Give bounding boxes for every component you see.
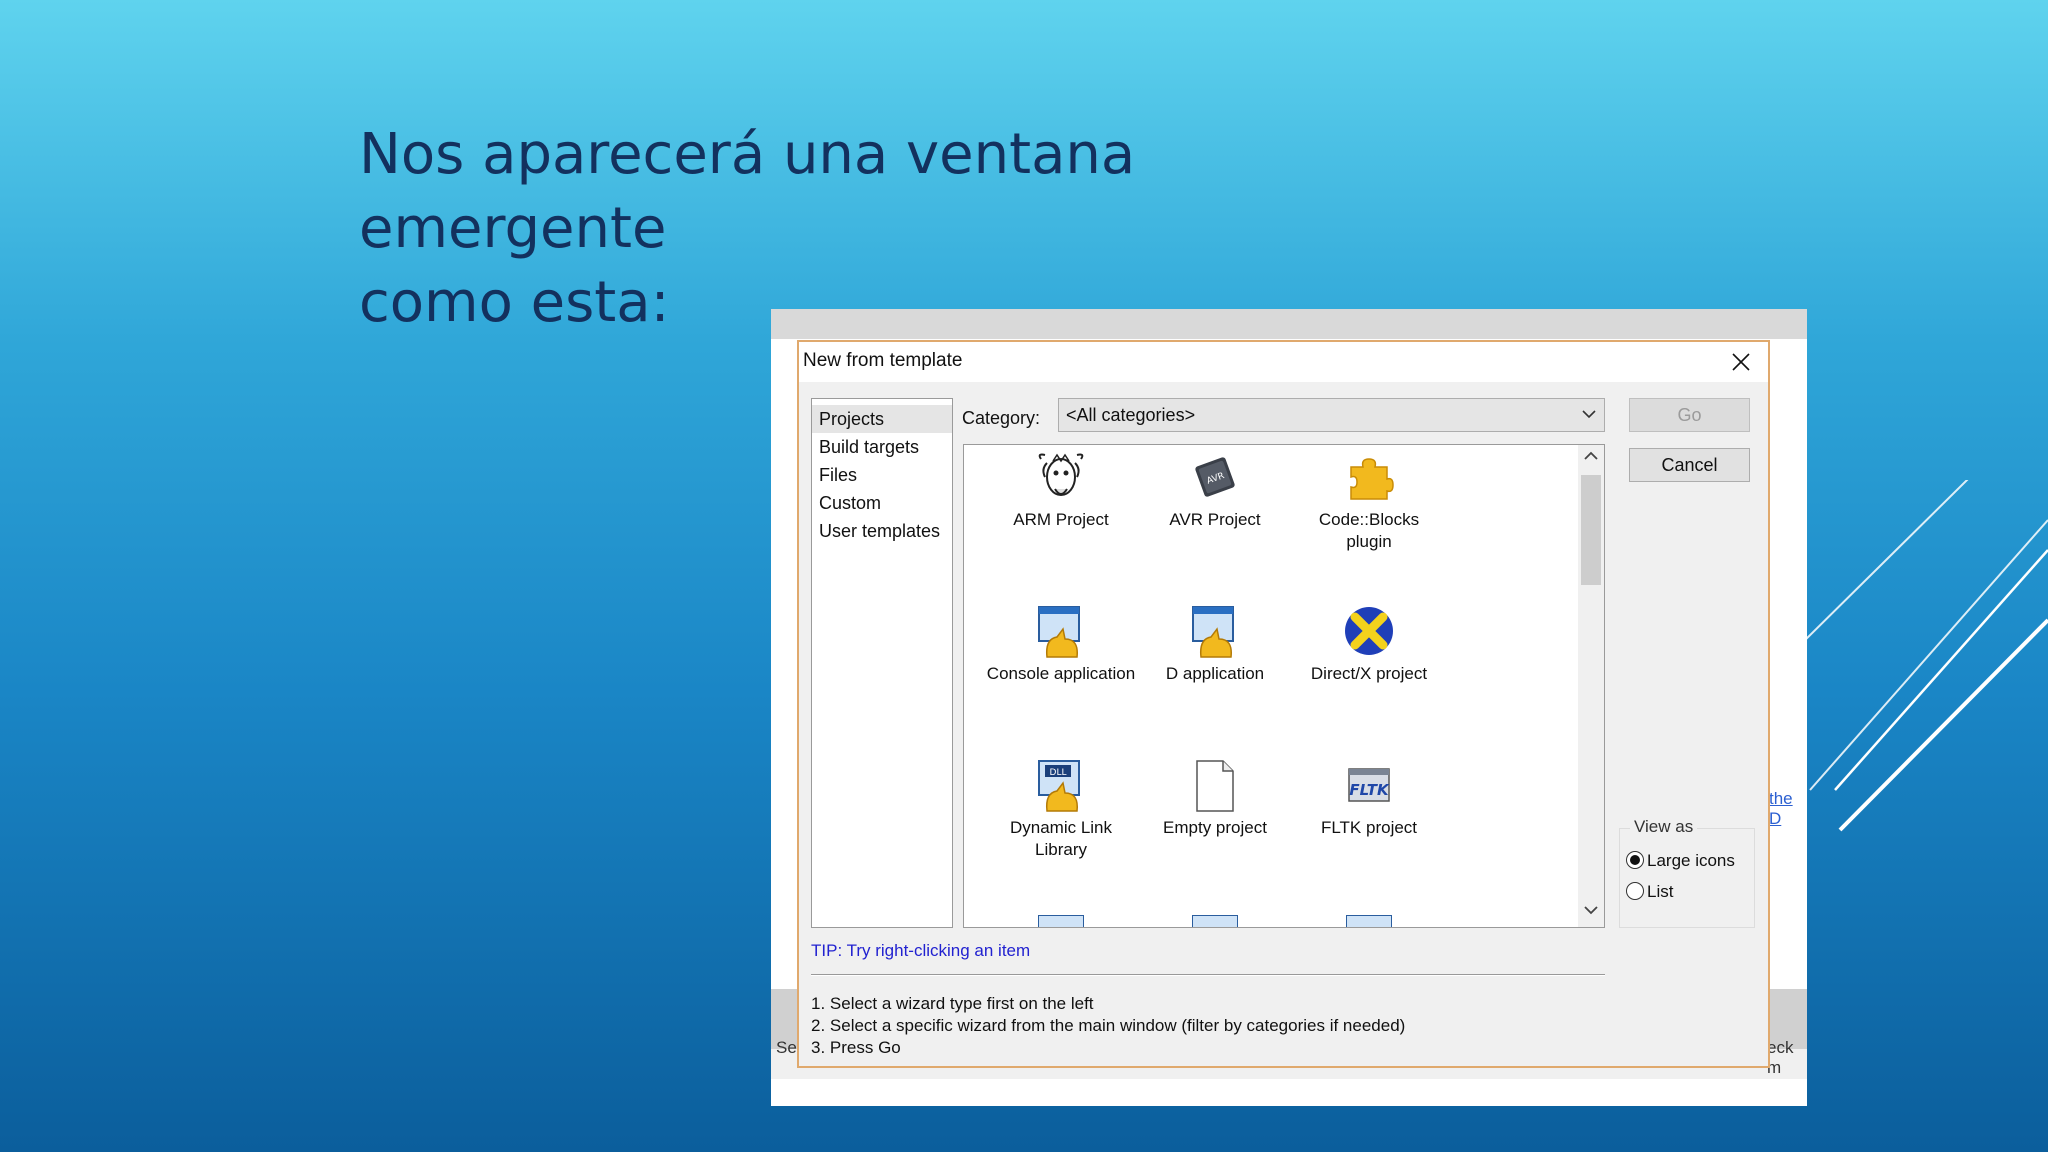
- radio-selected-icon: [1626, 851, 1644, 869]
- divider: [811, 974, 1605, 976]
- blank-file-icon: [1196, 760, 1234, 812]
- background-text-left: Se: [776, 1038, 797, 1057]
- category-dropdown[interactable]: <All categories>: [1058, 398, 1605, 432]
- template-grid-scrollbar[interactable]: [1578, 445, 1604, 927]
- cancel-button[interactable]: Cancel: [1629, 448, 1750, 482]
- radio-unselected-icon: [1626, 882, 1644, 900]
- dll-icon: DLL: [1038, 760, 1080, 812]
- template-dynamic-link-library[interactable]: DLL Dynamic Link Library: [986, 757, 1136, 861]
- view-as-group: View as Large icons List: [1619, 817, 1755, 928]
- view-list-radio[interactable]: List: [1626, 882, 1673, 902]
- template-avr-project[interactable]: AVR AVR Project: [1140, 449, 1290, 531]
- instruction-line: 3. Press Go: [811, 1038, 901, 1057]
- template-label: AVR Project: [1169, 510, 1261, 529]
- template-label: ARM Project: [1013, 510, 1109, 529]
- dialog-title: New from template: [803, 350, 963, 371]
- template-fltk-project[interactable]: FLTK FLTK project: [1294, 757, 1444, 839]
- chevron-up-icon[interactable]: [1584, 451, 1598, 461]
- close-button[interactable]: [1718, 344, 1764, 380]
- template-empty-project[interactable]: Empty project: [1140, 757, 1290, 839]
- partial-template-icon: [1346, 915, 1392, 927]
- template-label: Code::Blocks plugin: [1318, 510, 1420, 551]
- tip-text: TIP: Try right-clicking an item: [811, 941, 1031, 960]
- template-directx-project[interactable]: Direct/X project: [1294, 603, 1444, 685]
- slide-title-line-1: Nos aparecerá una ventana emergente: [359, 122, 1136, 261]
- template-arm-project[interactable]: ARM Project: [986, 449, 1136, 531]
- scrollbar-thumb[interactable]: [1581, 475, 1601, 585]
- instruction-line: 2. Select a specific wizard from the mai…: [811, 1016, 1406, 1035]
- wizard-type-projects[interactable]: Projects: [812, 405, 952, 433]
- template-console-application[interactable]: Console application: [986, 603, 1136, 685]
- go-button[interactable]: Go: [1629, 398, 1750, 432]
- view-large-icons-radio[interactable]: Large icons: [1626, 851, 1735, 871]
- new-from-template-dialog: New from template Projects Build targets…: [797, 340, 1770, 1068]
- background-toolbar: [771, 309, 1807, 339]
- avr-chip-icon: AVR: [1195, 457, 1235, 497]
- template-label: Dynamic Link Library: [1009, 818, 1113, 859]
- dialog-client: Projects Build targets Files Custom User…: [799, 382, 1768, 1066]
- category-value: <All categories>: [1066, 405, 1196, 425]
- wizard-type-build-targets[interactable]: Build targets: [812, 433, 952, 461]
- category-label: Category:: [962, 408, 1041, 428]
- app-icon: [1038, 606, 1080, 658]
- svg-text:DLL: DLL: [1050, 768, 1067, 778]
- template-grid: ARM Project AVR AVR Project Code::Blocks…: [963, 444, 1605, 928]
- puzzle-icon: [1350, 458, 1394, 500]
- wizard-type-list: Projects Build targets Files Custom User…: [811, 398, 953, 928]
- directx-icon: [1345, 607, 1393, 655]
- template-label: Empty project: [1163, 818, 1267, 837]
- slide-title-line-2: como esta:: [359, 270, 670, 335]
- radio-label: List: [1647, 882, 1674, 901]
- gnu-icon: [1038, 453, 1084, 496]
- wizard-type-custom[interactable]: Custom: [812, 489, 952, 517]
- wizard-type-user-templates[interactable]: User templates: [812, 517, 952, 545]
- template-label: FLTK project: [1320, 818, 1418, 837]
- dialog-titlebar[interactable]: New from template: [799, 342, 1768, 382]
- background-link[interactable]: the D: [1769, 789, 1807, 829]
- view-as-label: View as: [1630, 817, 1698, 837]
- template-d-application[interactable]: D application: [1140, 603, 1290, 685]
- template-label: Console application: [986, 664, 1136, 683]
- partial-template-icon: [1192, 915, 1238, 927]
- wizard-type-files[interactable]: Files: [812, 461, 952, 489]
- chevron-down-icon: [1582, 410, 1596, 419]
- svg-text:FLTK: FLTK: [1349, 781, 1390, 799]
- app-icon: [1192, 606, 1234, 658]
- decorative-lines: [1794, 480, 2048, 832]
- partial-template-icon: [1038, 915, 1084, 927]
- template-label: Direct/X project: [1310, 664, 1428, 683]
- background-text-right: eck m: [1767, 1038, 1794, 1077]
- radio-label: Large icons: [1647, 851, 1735, 870]
- instructions: 1. Select a wizard type first on the lef…: [811, 993, 1405, 1059]
- slide-title: Nos aparecerá una ventana emergente como…: [359, 118, 1459, 340]
- template-codeblocks-plugin[interactable]: Code::Blocks plugin: [1294, 449, 1444, 553]
- instruction-line: 1. Select a wizard type first on the lef…: [811, 994, 1094, 1013]
- chevron-down-icon[interactable]: [1584, 905, 1598, 915]
- template-label: D application: [1165, 664, 1265, 683]
- fltk-icon: FLTK: [1348, 768, 1390, 802]
- close-icon: [1732, 353, 1750, 371]
